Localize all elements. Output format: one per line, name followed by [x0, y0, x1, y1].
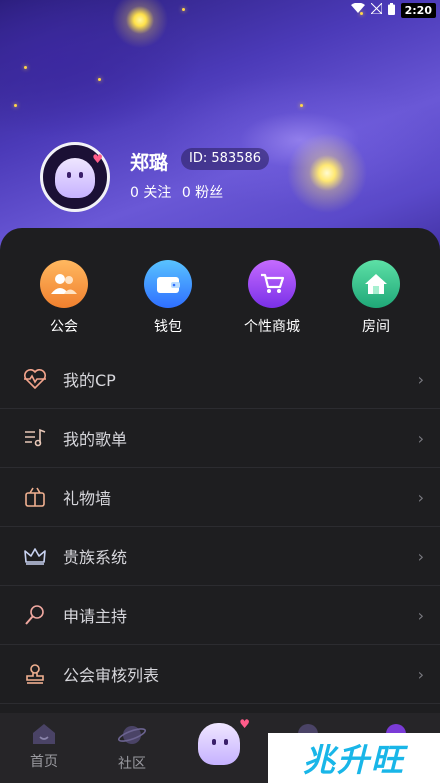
tab-home[interactable]: 首页 — [14, 723, 74, 771]
tab-label: 社区 — [118, 756, 146, 772]
menu-label: 我的歌单 — [63, 430, 128, 449]
star-decoration — [24, 66, 27, 69]
chevron-right-icon: › — [417, 546, 424, 566]
menu-item-gift-wall[interactable]: 礼物墙 › — [0, 468, 440, 527]
menu-item-my-cp[interactable]: 我的CP › — [0, 350, 440, 409]
quick-action-guild[interactable]: 公会 — [19, 260, 109, 336]
menu-item-guild-review[interactable]: 公会审核列表 › — [0, 645, 440, 704]
cart-icon — [248, 260, 296, 308]
menu-item-nobility[interactable]: 贵族系统 › — [0, 527, 440, 586]
quick-action-label: 个性商城 — [244, 319, 300, 335]
menu-item-playlist[interactable]: 我的歌单 › — [0, 409, 440, 468]
planet-icon — [117, 726, 147, 751]
guild-icon — [40, 260, 88, 308]
tab-center-button[interactable]: ♥ — [196, 717, 250, 767]
menu-label: 礼物墙 — [63, 489, 112, 508]
status-bar: 2:20 — [350, 0, 440, 20]
ghost-avatar-icon: ♥ — [53, 152, 103, 200]
home-tab-icon — [32, 724, 56, 749]
wifi-icon — [350, 2, 365, 17]
chevron-right-icon: › — [417, 428, 424, 448]
gift-icon — [24, 486, 46, 508]
watermark-logo: 兆升旺 — [268, 733, 440, 783]
star-decoration — [98, 78, 101, 81]
menu-label: 贵族系统 — [63, 548, 128, 567]
heart-pulse-icon — [24, 368, 46, 390]
menu-label: 我的CP — [63, 371, 116, 390]
menu-item-apply-host[interactable]: 申请主持 › — [0, 586, 440, 645]
battery-icon — [387, 2, 395, 18]
tab-community[interactable]: 社区 — [102, 723, 162, 773]
star-decoration — [182, 8, 185, 11]
chevron-right-icon: › — [417, 487, 424, 507]
microphone-icon — [24, 604, 46, 626]
watermark-text: 兆升旺 — [302, 741, 405, 779]
crown-icon — [24, 545, 46, 567]
signal-off-icon — [369, 1, 383, 17]
status-time: 2:20 — [400, 2, 436, 18]
home-icon — [352, 260, 400, 308]
settings-menu: 我的CP › 我的歌单 › 礼物墙 › 贵族系统 › 申请主持 › 公会审核列表 — [0, 350, 440, 704]
ghost-icon: ♥ — [196, 717, 250, 767]
playlist-icon — [24, 427, 46, 449]
star-decoration — [14, 104, 17, 107]
stamp-icon — [24, 663, 46, 685]
fans-count[interactable]: 0 粉丝 — [182, 185, 223, 201]
menu-label: 申请主持 — [63, 607, 128, 626]
quick-action-room[interactable]: 房间 — [331, 260, 421, 336]
quick-action-label: 钱包 — [154, 319, 182, 335]
menu-label: 公会审核列表 — [63, 666, 160, 685]
quick-action-label: 公会 — [50, 319, 78, 335]
chevron-right-icon: › — [417, 605, 424, 625]
quick-action-store[interactable]: 个性商城 — [227, 260, 317, 336]
tab-label: 首页 — [30, 754, 58, 770]
quick-action-label: 房间 — [362, 319, 390, 335]
quick-action-wallet[interactable]: 钱包 — [123, 260, 213, 336]
chevron-right-icon: › — [417, 664, 424, 684]
wallet-icon — [144, 260, 192, 308]
user-name: 郑璐 — [130, 152, 169, 174]
follow-stats: 0 关注 0 粉丝 — [130, 182, 223, 202]
user-id-badge: ID: 583586 — [181, 148, 269, 170]
following-count[interactable]: 0 关注 — [130, 185, 171, 201]
quick-actions: 公会 钱包 个性商城 房间 — [0, 260, 440, 340]
avatar[interactable]: ♥ — [40, 142, 110, 212]
chevron-right-icon: › — [417, 369, 424, 389]
star-decoration — [300, 104, 303, 107]
